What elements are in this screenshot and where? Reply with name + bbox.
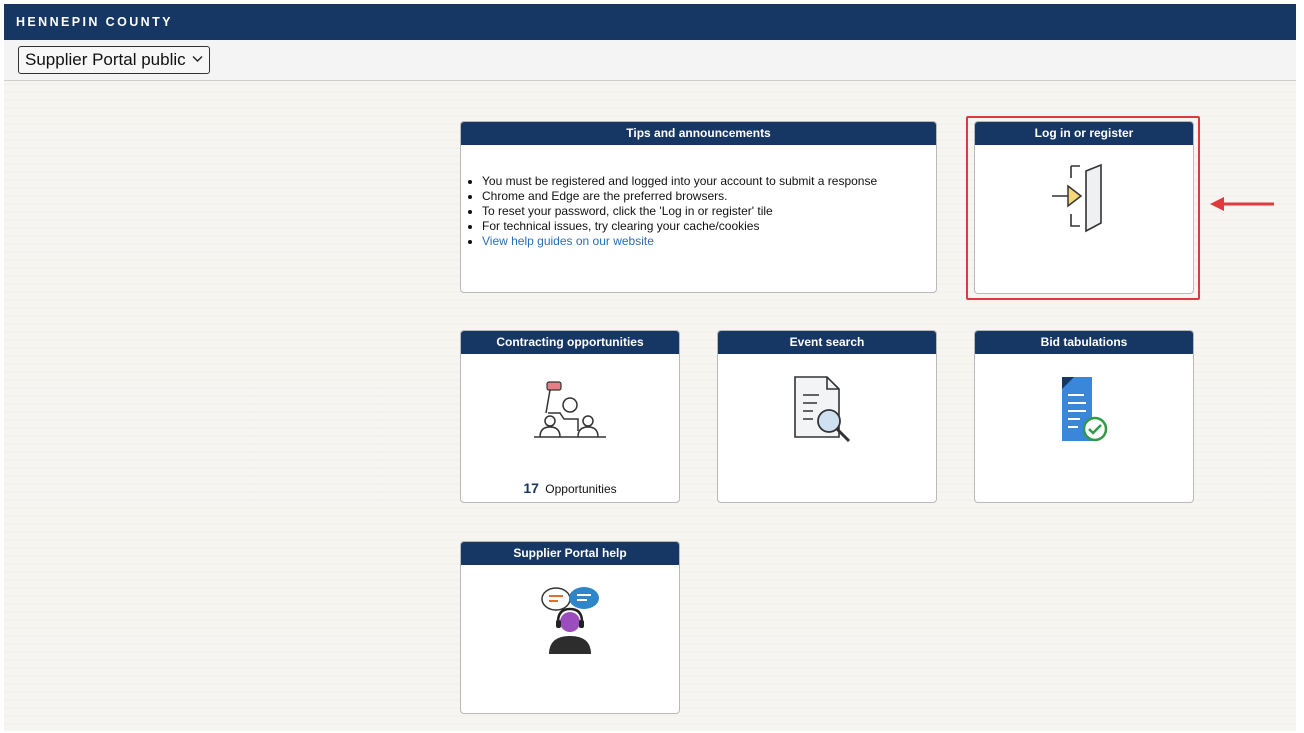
document-check-icon [975,375,1193,449]
supplier-help-tile[interactable]: Supplier Portal help [460,541,680,714]
opportunities-count-number: 17 [523,480,539,496]
tip-item: For technical issues, try clearing your … [482,219,936,234]
help-guides-link[interactable]: View help guides on our website [482,234,654,248]
portal-select-value: Supplier Portal public [25,50,186,69]
tips-list: You must be registered and logged into y… [466,174,936,249]
tips-tile: Tips and announcements You must be regis… [460,121,937,293]
contracting-tile[interactable]: Contracting opportunities 17 Opportuniti… [460,330,680,503]
tips-title: Tips and announcements [461,122,936,145]
tip-item: You must be registered and logged into y… [482,174,936,189]
tip-item-link-row: View help guides on our website [482,234,936,249]
presentation-icon [461,375,679,445]
document-search-icon [718,373,936,447]
event-search-tile[interactable]: Event search [717,330,937,503]
top-header-bar: HENNEPIN COUNTY [4,4,1296,40]
portal-select[interactable]: Supplier Portal public [18,46,210,74]
tip-item: Chrome and Edge are the preferred browse… [482,189,936,204]
contracting-title: Contracting opportunities [461,331,679,354]
sub-header-bar: Supplier Portal public [4,40,1296,81]
arrow-left-icon [1210,196,1276,217]
supplier-help-title: Supplier Portal help [461,542,679,565]
bid-tabulations-title: Bid tabulations [975,331,1193,354]
login-highlight-box [966,116,1200,300]
support-agent-icon [461,580,679,660]
opportunities-count: 17 Opportunities [461,480,679,496]
event-search-title: Event search [718,331,936,354]
opportunities-count-label: Opportunities [545,482,617,496]
tip-item: To reset your password, click the 'Log i… [482,204,936,219]
chevron-down-icon [192,47,203,73]
org-name: HENNEPIN COUNTY [16,15,173,29]
bid-tabulations-tile[interactable]: Bid tabulations [974,330,1194,503]
